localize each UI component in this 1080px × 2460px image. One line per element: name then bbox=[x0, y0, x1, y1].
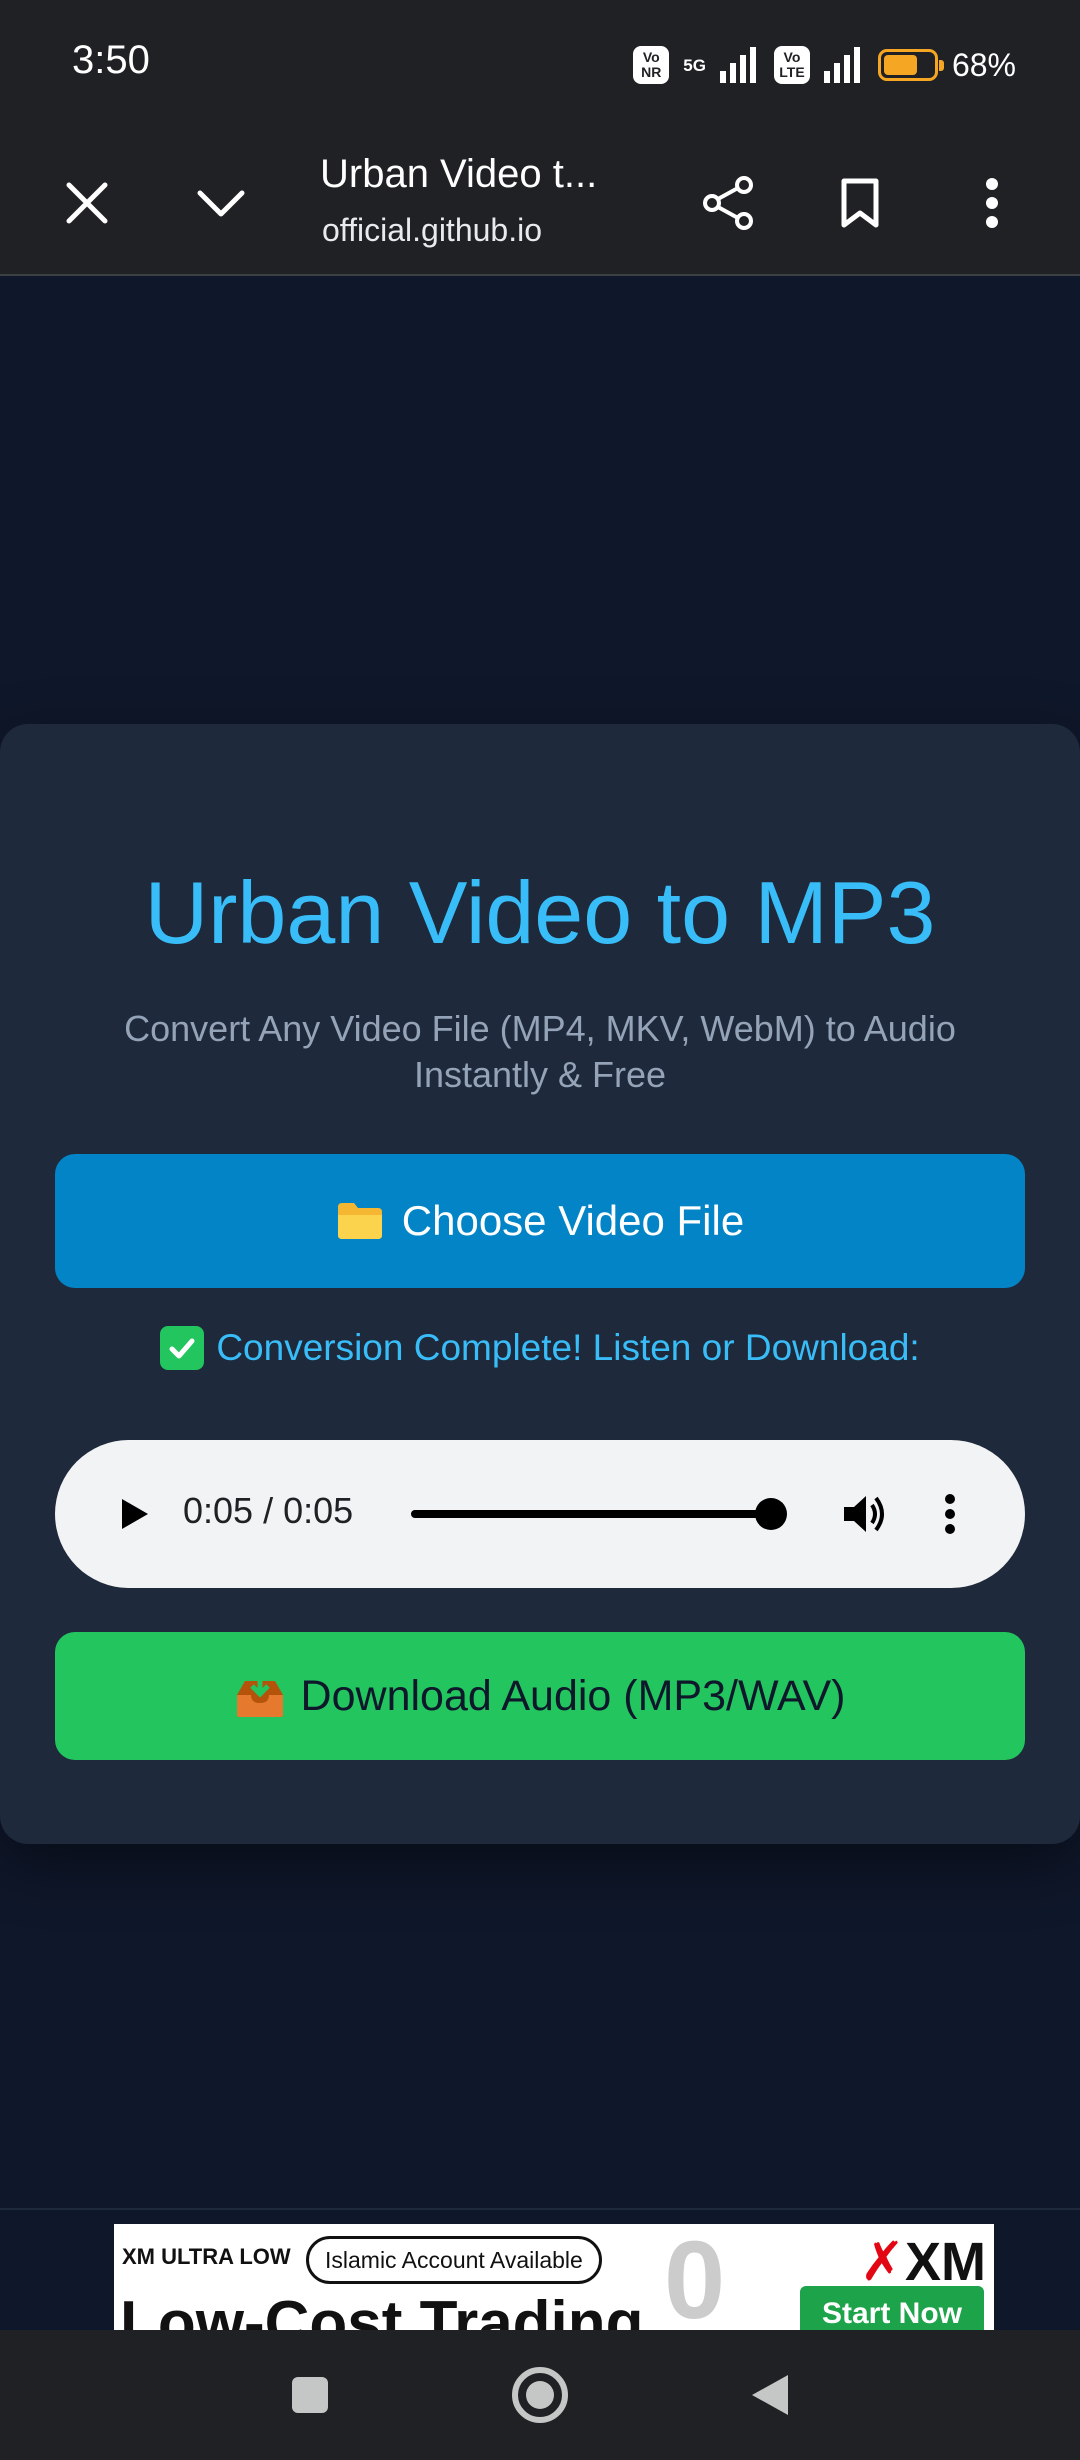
more-vert-icon bbox=[945, 1494, 955, 1534]
ad-pill: Islamic Account Available bbox=[306, 2236, 602, 2284]
battery-icon bbox=[877, 49, 944, 81]
choose-video-file-label: Choose Video File bbox=[401, 1197, 745, 1244]
download-audio-button[interactable]: Download Audio (MP3/WAV) bbox=[55, 1632, 1025, 1760]
status-bar: 3:50 Vo NR 5G Vo LTE 68% bbox=[0, 0, 1080, 130]
ad-graphic: 0 bbox=[664, 2224, 726, 2333]
conversion-status-text: Conversion Complete! Listen or Download: bbox=[216, 1327, 920, 1368]
inbox-tray-icon bbox=[236, 1673, 283, 1717]
status-time: 3:50 bbox=[72, 38, 150, 82]
converter-card: Urban Video to MP3 Convert Any Video Fil… bbox=[0, 724, 1080, 1844]
volume-button[interactable] bbox=[835, 1484, 895, 1544]
close-tab-button[interactable] bbox=[42, 158, 132, 248]
recents-button[interactable] bbox=[270, 2360, 350, 2430]
signal-icon bbox=[719, 47, 756, 83]
ad-headline: Low-Cost Trading bbox=[120, 2289, 644, 2332]
system-nav-bar bbox=[0, 2330, 1080, 2460]
ad-cta-button[interactable]: Start Now bbox=[800, 2286, 984, 2332]
download-audio-label: Download Audio (MP3/WAV) bbox=[300, 1671, 846, 1720]
app-title: Urban Video to MP3 bbox=[144, 863, 936, 962]
bookmark-icon bbox=[841, 178, 879, 228]
playback-time: 0:05 / 0:05 bbox=[183, 1490, 354, 1531]
folder-icon bbox=[337, 1203, 382, 1239]
player-options-button[interactable] bbox=[925, 1484, 975, 1544]
play-icon bbox=[122, 1499, 148, 1529]
more-vert-icon bbox=[986, 178, 998, 228]
seek-bar-thumb[interactable] bbox=[755, 1498, 787, 1530]
choose-video-file-button[interactable]: Choose Video File bbox=[55, 1154, 1025, 1288]
check-icon bbox=[160, 1326, 205, 1370]
back-triangle-icon bbox=[752, 2375, 788, 2415]
page-content: Urban Video to MP3 Convert Any Video Fil… bbox=[0, 276, 1080, 2208]
back-button[interactable] bbox=[730, 2360, 810, 2430]
battery-level bbox=[883, 55, 917, 75]
more-options-button[interactable] bbox=[947, 158, 1037, 248]
ad-brand-logo: ✗XM bbox=[859, 2232, 986, 2292]
network-type-indicator: 5G bbox=[683, 55, 706, 75]
browser-toolbar: Urban Video t... official.github.io bbox=[0, 130, 1080, 276]
play-button[interactable] bbox=[105, 1484, 165, 1544]
battery-percentage: 68% bbox=[951, 46, 1016, 83]
volume-icon bbox=[844, 1496, 884, 1532]
signal-icon bbox=[823, 47, 860, 83]
close-icon bbox=[66, 182, 108, 224]
home-button[interactable] bbox=[500, 2360, 580, 2430]
audio-player[interactable]: 0:05 / 0:05 bbox=[55, 1440, 1025, 1588]
ad-label: XM ULTRA LOW bbox=[122, 2244, 291, 2269]
conversion-status: Conversion Complete! Listen or Download: bbox=[0, 1326, 1080, 1370]
home-circle-icon bbox=[512, 2367, 568, 2423]
recents-square-icon bbox=[292, 2377, 328, 2413]
seek-bar[interactable] bbox=[411, 1498, 787, 1530]
status-icons: Vo NR 5G Vo LTE 68% bbox=[633, 40, 1016, 90]
minimize-button[interactable] bbox=[176, 158, 266, 248]
ad-banner[interactable]: XM ULTRA LOW Islamic Account Available L… bbox=[114, 2224, 994, 2332]
share-button[interactable] bbox=[683, 158, 773, 248]
volte-lte-badge: Vo LTE bbox=[773, 46, 810, 84]
chevron-down-icon bbox=[197, 190, 245, 217]
seek-bar-progress bbox=[411, 1510, 771, 1518]
ad-area: XM ULTRA LOW Islamic Account Available L… bbox=[0, 2208, 1080, 2332]
volte-nr-badge: Vo NR bbox=[633, 46, 670, 84]
share-icon bbox=[703, 176, 753, 230]
app-subtitle: Convert Any Video File (MP4, MKV, WebM) … bbox=[124, 1008, 956, 1095]
page-url[interactable]: official.github.io bbox=[322, 212, 542, 249]
page-title[interactable]: Urban Video t... bbox=[320, 152, 597, 197]
bookmark-button[interactable] bbox=[815, 158, 905, 248]
